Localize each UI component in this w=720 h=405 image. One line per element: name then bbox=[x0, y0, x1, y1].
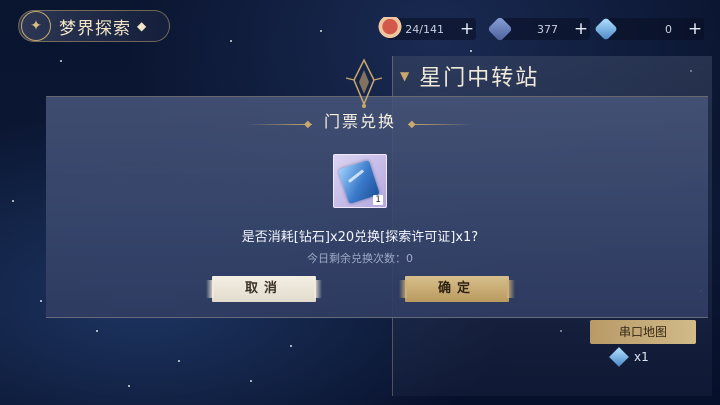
resource-value: 377 bbox=[537, 22, 558, 36]
crystal-icon bbox=[594, 17, 618, 41]
triangle-icon: ▼ bbox=[400, 69, 412, 83]
add-stamina-button[interactable]: + bbox=[458, 19, 476, 39]
diamond-ornament-icon: ◆ bbox=[137, 19, 147, 33]
add-crystals-button[interactable]: + bbox=[686, 19, 704, 39]
resource-crystals: 0 + bbox=[594, 17, 704, 41]
map-crystal-icon bbox=[609, 347, 629, 367]
gem-icon bbox=[487, 16, 513, 42]
map-label[interactable]: 串口地图 bbox=[590, 320, 696, 344]
header-title: 梦界探索 bbox=[59, 18, 131, 39]
cake-icon bbox=[378, 17, 402, 41]
remaining-exchanges: 今日剩余兑换次数：0 bbox=[307, 252, 413, 265]
resource-value: 0 bbox=[665, 22, 672, 36]
resource-stamina: 24/141 + bbox=[378, 17, 476, 41]
map-count-value: x1 bbox=[634, 350, 649, 364]
exchange-question: 是否消耗[钻石]x20兑换[探索许可证]x1? bbox=[241, 230, 479, 245]
add-gems-button[interactable]: + bbox=[572, 19, 590, 39]
map-count: x1 bbox=[609, 347, 649, 367]
resource-gems: 377 + bbox=[487, 16, 590, 42]
dialog-title: 门票兑换 bbox=[323, 112, 396, 131]
compass-emblem-icon: ✦ bbox=[21, 11, 51, 41]
resource-value: 24/141 bbox=[405, 22, 444, 36]
station-title-text: 星门中转站 bbox=[419, 66, 540, 91]
crest-ornament-icon bbox=[345, 58, 383, 108]
ticket-item[interactable]: 1 bbox=[333, 154, 387, 208]
confirm-button[interactable]: 确定 bbox=[399, 276, 515, 302]
title-ornament-right bbox=[408, 124, 474, 125]
cancel-button[interactable]: 取消 bbox=[206, 276, 322, 302]
game-mode-header[interactable]: ✦ 梦界探索 ◆ bbox=[18, 10, 170, 42]
item-quantity: 1 bbox=[373, 195, 383, 205]
station-title: ▼ 星门中转站 bbox=[400, 60, 539, 92]
